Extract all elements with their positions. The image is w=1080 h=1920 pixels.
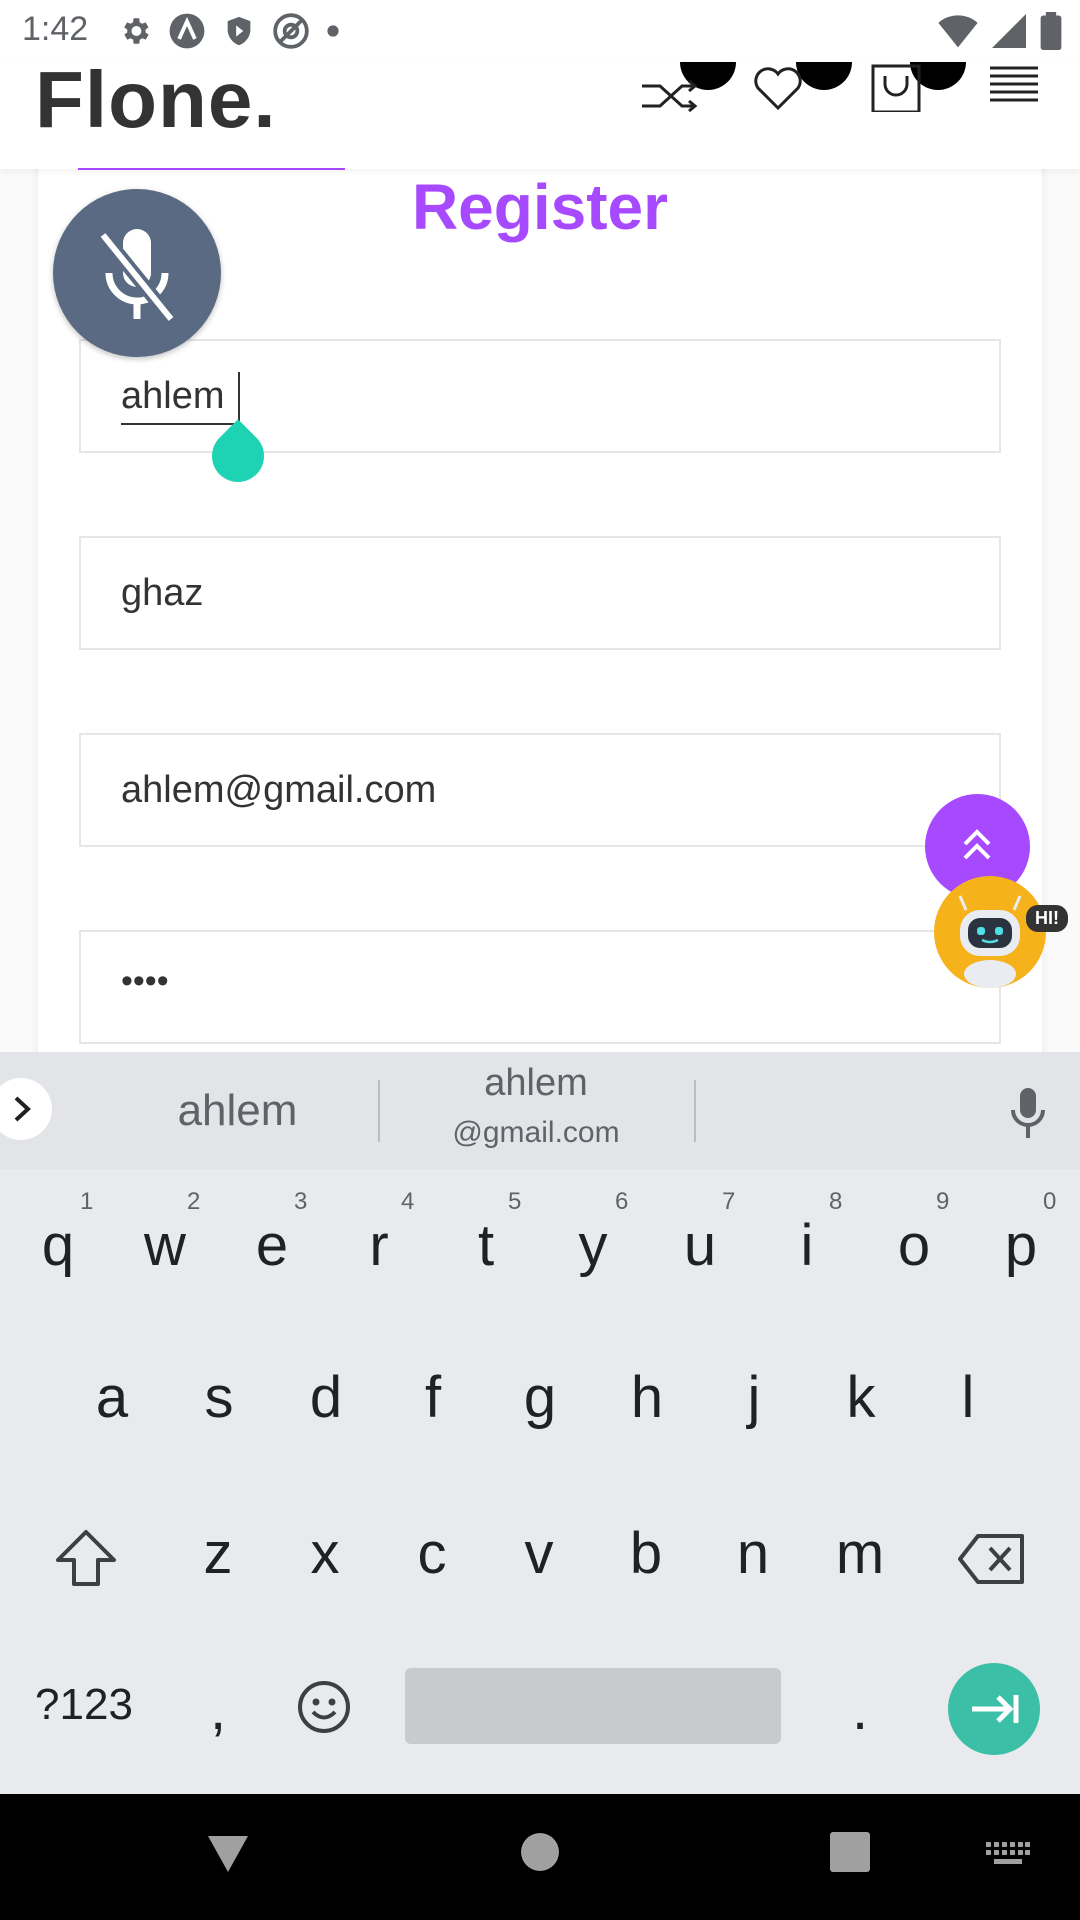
home-icon[interactable]	[520, 1832, 560, 1872]
first-name-value: ahlem	[121, 375, 225, 417]
back-icon[interactable]	[206, 1834, 250, 1874]
key-l[interactable]: l	[918, 1364, 1018, 1431]
app-a-icon	[169, 13, 205, 49]
key-hint: 8	[829, 1188, 843, 1215]
compare-icon[interactable]	[640, 62, 740, 112]
key-n[interactable]: n	[703, 1520, 803, 1587]
key-j[interactable]: j	[704, 1364, 804, 1431]
recents-icon[interactable]	[830, 1832, 870, 1872]
key-q[interactable]: q	[8, 1212, 108, 1279]
key-f[interactable]: f	[383, 1364, 483, 1431]
mic-icon[interactable]	[1008, 1086, 1048, 1140]
key-u[interactable]: u	[650, 1212, 750, 1279]
suggestion-divider	[694, 1080, 696, 1142]
key-t[interactable]: t	[436, 1212, 536, 1279]
at-sign-icon	[273, 13, 309, 49]
key-c[interactable]: c	[382, 1520, 482, 1587]
suggestion-center-bottom[interactable]: @gmail.com	[400, 1116, 672, 1150]
shift-icon[interactable]	[54, 1528, 118, 1588]
key-hint: 5	[508, 1188, 522, 1215]
dot-icon	[327, 25, 339, 37]
key-x[interactable]: x	[275, 1520, 375, 1587]
symbols-key[interactable]: ?123	[34, 1680, 134, 1730]
key-k[interactable]: k	[811, 1364, 911, 1431]
wishlist-icon[interactable]	[752, 62, 852, 112]
key-o[interactable]: o	[864, 1212, 964, 1279]
key-g[interactable]: g	[490, 1364, 590, 1431]
backspace-icon[interactable]	[958, 1532, 1028, 1586]
wifi-icon	[938, 15, 978, 48]
password-field[interactable]: ••••	[79, 930, 1001, 1044]
enter-key[interactable]	[948, 1663, 1040, 1755]
logo[interactable]: Flone.	[35, 54, 277, 146]
chevron-right-icon	[14, 1096, 31, 1122]
chatbot-hi-badge: HI!	[1026, 905, 1068, 932]
signal-icon	[992, 14, 1026, 48]
suggestion-expand-button[interactable]	[0, 1078, 52, 1140]
password-value: ••••	[121, 962, 169, 1000]
suggestion-divider	[378, 1080, 380, 1142]
key-a[interactable]: a	[62, 1364, 162, 1431]
key-e[interactable]: e	[222, 1212, 322, 1279]
suggestion-strip: ahlem ahlem @gmail.com	[0, 1052, 1080, 1169]
menu-icon[interactable]	[988, 64, 1040, 104]
suggestion-center-top[interactable]: ahlem	[400, 1062, 672, 1105]
navigation-bar	[0, 1794, 1080, 1920]
cart-icon[interactable]	[868, 62, 968, 112]
key-i[interactable]: i	[757, 1212, 857, 1279]
site-header: Flone.	[0, 55, 1080, 169]
key-hint: 6	[615, 1188, 629, 1215]
email-field[interactable]: ahlem@gmail.com	[79, 733, 1001, 847]
text-caret	[238, 372, 240, 424]
key-h[interactable]: h	[597, 1364, 697, 1431]
key-hint: 0	[1043, 1188, 1057, 1215]
key-v[interactable]: v	[489, 1520, 589, 1587]
status-bar: 1:42	[0, 0, 1080, 62]
last-name-value: ghaz	[121, 572, 204, 614]
last-name-field[interactable]: ghaz	[79, 536, 1001, 650]
key-w[interactable]: w	[115, 1212, 215, 1279]
key-d[interactable]: d	[276, 1364, 376, 1431]
play-protect-icon	[227, 16, 251, 46]
composing-underline	[121, 423, 239, 425]
period-key[interactable]: .	[810, 1676, 910, 1743]
key-b[interactable]: b	[596, 1520, 696, 1587]
voice-mute-button[interactable]	[53, 189, 221, 357]
key-hint: 1	[80, 1188, 94, 1215]
notification-icons	[118, 12, 340, 50]
key-y[interactable]: y	[543, 1212, 643, 1279]
space-key[interactable]	[405, 1668, 781, 1744]
key-p[interactable]: p	[971, 1212, 1071, 1279]
key-hint: 3	[294, 1188, 308, 1215]
key-hint: 4	[401, 1188, 415, 1215]
settings-icon	[124, 18, 149, 44]
battery-icon	[1040, 12, 1062, 50]
key-s[interactable]: s	[169, 1364, 269, 1431]
key-hint: 9	[936, 1188, 950, 1215]
key-r[interactable]: r	[329, 1212, 429, 1279]
key-z[interactable]: z	[168, 1520, 268, 1587]
status-time: 1:42	[22, 10, 89, 48]
comma-key[interactable]: ,	[168, 1676, 268, 1743]
tab-underline	[78, 168, 345, 170]
emoji-icon[interactable]	[296, 1679, 352, 1735]
key-hint: 7	[722, 1188, 736, 1215]
email-value: ahlem@gmail.com	[121, 769, 437, 811]
key-m[interactable]: m	[810, 1520, 910, 1587]
mic-off-icon	[97, 229, 177, 324]
tab-arrow-icon	[972, 1695, 1019, 1723]
keyboard-switch-icon[interactable]	[986, 1842, 1030, 1868]
key-hint: 2	[187, 1188, 201, 1215]
suggestion-left[interactable]: ahlem	[130, 1086, 345, 1136]
